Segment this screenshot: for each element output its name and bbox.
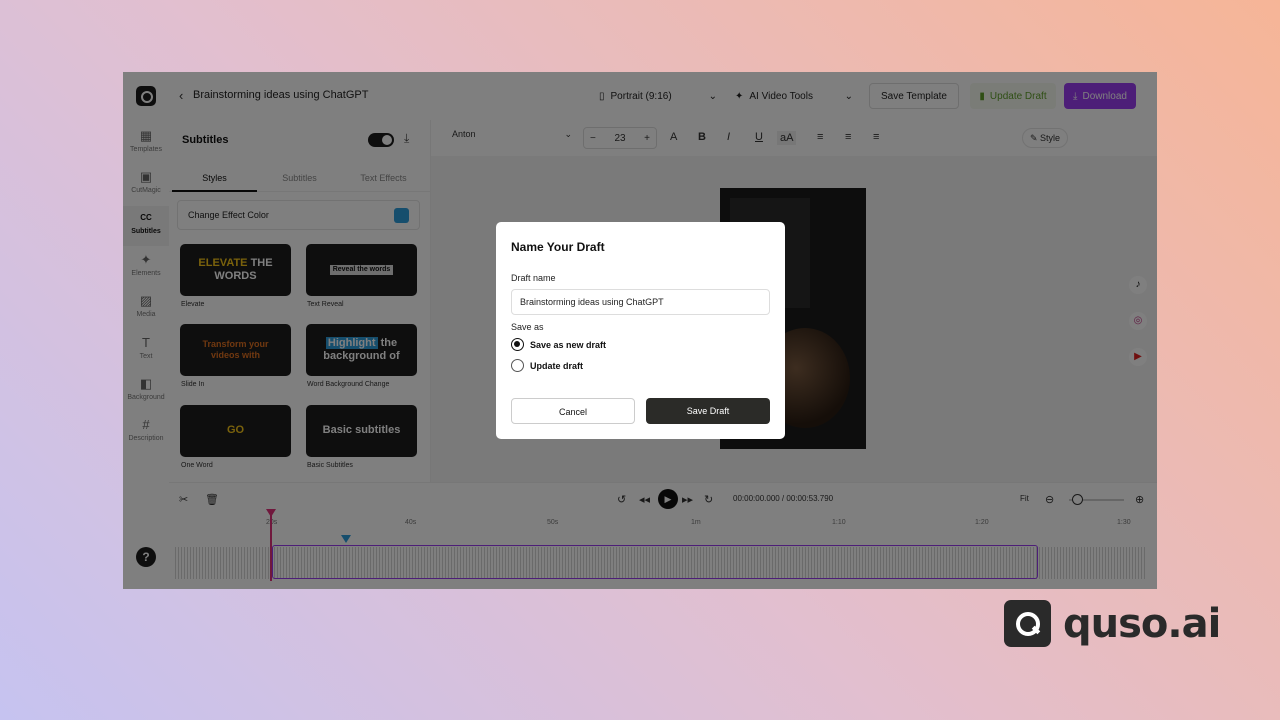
brand-name: quso.ai: [1063, 600, 1221, 647]
save-draft-button[interactable]: Save Draft: [646, 398, 770, 424]
radio-save-new-draft[interactable]: Save as new draft: [511, 338, 606, 351]
editor-window: ‹ Brainstorming ideas using ChatGPT ▯ Po…: [123, 72, 1157, 589]
cancel-button[interactable]: Cancel: [511, 398, 635, 424]
brand-logo: quso.ai: [1004, 600, 1221, 647]
quso-logo-icon: [1004, 600, 1051, 647]
name-draft-dialog: Name Your Draft Draft name Save as Save …: [496, 222, 785, 439]
dialog-title: Name Your Draft: [511, 240, 605, 254]
draft-name-label: Draft name: [511, 273, 556, 283]
draft-name-input[interactable]: [511, 289, 770, 315]
radio-unchecked[interactable]: [511, 359, 524, 372]
radio-update-draft[interactable]: Update draft: [511, 359, 583, 372]
save-as-label: Save as: [511, 322, 544, 332]
radio-checked[interactable]: [511, 338, 524, 351]
